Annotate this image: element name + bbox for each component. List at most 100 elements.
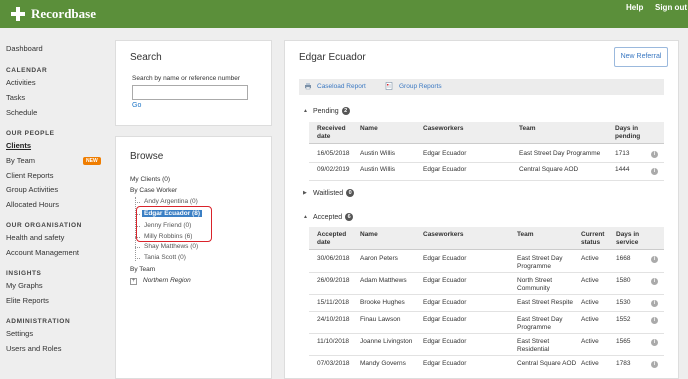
search-panel: Search Search by name or reference numbe… [115,40,272,126]
nav-by-team[interactable]: By Team [6,156,35,165]
nav-tasks[interactable]: Tasks [6,93,25,102]
cell-status: Active [581,255,599,262]
col-caseworkers: Caseworkers [423,231,464,238]
nav-settings[interactable]: Settings [6,329,33,338]
case-worker-item[interactable]: Shay Matthews (0) [144,243,198,250]
pending-count-badge: 2 [341,107,350,115]
table-row[interactable]: 30/06/2018 Aaron Peters Edgar Ecuador Ea… [309,251,664,273]
cell-days: 1713 [615,150,630,157]
nav-group-activities[interactable]: Group Activities [6,185,58,194]
cell-date: 09/02/2019 [317,166,350,173]
my-clients-link[interactable]: My Clients (0) [130,176,170,183]
cell-caseworker: Edgar Ecuador [423,150,467,157]
print-icon [304,82,312,90]
nav-activities[interactable]: Activities [6,78,36,87]
client-name-title: Edgar Ecuador [299,52,366,63]
nav-client-reports[interactable]: Client Reports [6,171,54,180]
app-name: Recordbase [31,6,96,21]
cell-caseworker: Edgar Ecuador [423,360,467,367]
search-input[interactable] [132,85,248,100]
info-icon[interactable]: i [651,339,658,346]
sidebar: Dashboard CALENDAR Activities Tasks Sche… [0,28,108,379]
search-title: Search [130,52,162,63]
cell-name: Aaron Peters [360,255,398,262]
help-link[interactable]: Help [626,3,643,12]
nav-dashboard[interactable]: Dashboard [6,44,43,53]
highlight-box [136,206,212,242]
nav-my-graphs[interactable]: My Graphs [6,281,43,290]
collapse-triangle-icon: ▲ [303,214,308,220]
cell-date: 15/11/2018 [317,299,350,306]
col-team: Team [517,231,534,238]
cell-status: Active [581,299,599,306]
accepted-group-header[interactable]: ▲ Accepted 6 [303,213,354,221]
table-row[interactable]: 11/10/2018 Joanne Livingston Edgar Ecuad… [309,334,664,356]
cell-name: Austin Willis [360,150,396,157]
cell-caseworker: Edgar Ecuador [423,299,467,306]
tree-branch [135,247,140,248]
table-row[interactable]: 09/02/2019 Austin Willis Edgar Ecuador C… [309,163,664,181]
case-worker-item[interactable]: Andy Argentina (0) [144,198,198,205]
nav-health-safety[interactable]: Health and safety [6,233,64,242]
cell-name: Mandy Governs [360,360,406,367]
info-icon[interactable]: i [651,151,658,158]
cell-date: 11/10/2018 [317,338,350,345]
table-row[interactable]: 15/11/2018 Brooke Hughes Edgar Ecuador E… [309,295,664,312]
cell-status: Active [581,360,599,367]
table-row[interactable]: 26/09/2018 Adam Matthews Edgar Ecuador N… [309,273,664,295]
nav-allocated-hours[interactable]: Allocated Hours [6,200,59,209]
cell-name: Brooke Hughes [360,299,405,306]
waitlisted-group-header[interactable]: ▶ Waitlisted 0 [303,189,355,197]
cell-days: 1565 [616,338,631,345]
nav-schedule[interactable]: Schedule [6,108,37,117]
cell-date: 07/03/2018 [317,360,350,367]
browse-title: Browse [130,151,164,162]
accepted-count-badge: 6 [345,213,354,221]
nav-section-organisation: OUR ORGANISATION [6,222,82,229]
sign-out-link[interactable]: Sign out [655,3,687,12]
cell-team: North Street Community [517,277,553,292]
cell-days: 1530 [616,299,631,306]
browse-panel: Browse My Clients (0) By Case Worker And… [115,136,272,379]
info-icon[interactable]: i [651,278,658,285]
info-icon[interactable]: i [651,168,658,175]
expand-icon[interactable]: + [130,278,137,285]
nav-account-management[interactable]: Account Management [6,248,79,257]
table-row[interactable]: 07/03/2018 Mandy Governs Edgar Ecuador C… [309,356,664,378]
table-row[interactable]: 16/05/2018 Austin Willis Edgar Ecuador E… [309,145,664,163]
nav-clients[interactable]: Clients [6,141,31,150]
cell-status: Active [581,277,599,284]
caseload-report-link[interactable]: Caseload Report [317,83,366,90]
pending-table-header: Received date Name Caseworkers Team Days… [309,122,664,144]
nav-elite-reports[interactable]: Elite Reports [6,296,49,305]
team-item[interactable]: Northern Region [143,277,191,284]
cell-team: Central Square AOD [519,166,579,173]
app-logo[interactable]: Recordbase [10,6,96,22]
info-icon[interactable]: i [651,361,658,368]
table-row[interactable]: 24/10/2018 Finau Lawson Edgar Ecuador Ea… [309,312,664,334]
col-days-pending: Days in pending [615,125,641,140]
cell-name: Adam Matthews [360,277,407,284]
nav-users-roles[interactable]: Users and Roles [6,344,61,353]
col-days-service: Days in service [616,231,640,246]
top-bar: Recordbase Help Sign out [0,0,688,28]
col-name: Name [360,125,378,132]
cell-name: Finau Lawson [360,316,401,323]
group-reports-link[interactable]: Group Reports [399,83,442,90]
col-team: Team [519,125,536,132]
col-current-status: Current status [581,231,605,246]
go-link[interactable]: Go [132,102,141,109]
new-badge: NEW [83,157,101,165]
accepted-table-header: Accepted date Name Caseworkers Team Curr… [309,227,664,250]
info-icon[interactable]: i [651,300,658,307]
info-icon[interactable]: i [651,317,658,324]
expand-triangle-icon: ▶ [303,190,307,196]
collapse-triangle-icon: ▲ [303,108,308,114]
pending-group-header[interactable]: ▲ Pending 2 [303,107,350,115]
info-icon[interactable]: i [651,256,658,263]
new-referral-button[interactable]: New Referral [614,47,668,67]
cell-name: Joanne Livingston [360,338,413,345]
case-worker-item[interactable]: Tania Scott (0) [144,254,186,261]
tree-branch [135,202,140,203]
by-case-worker-heading: By Case Worker [130,187,178,194]
